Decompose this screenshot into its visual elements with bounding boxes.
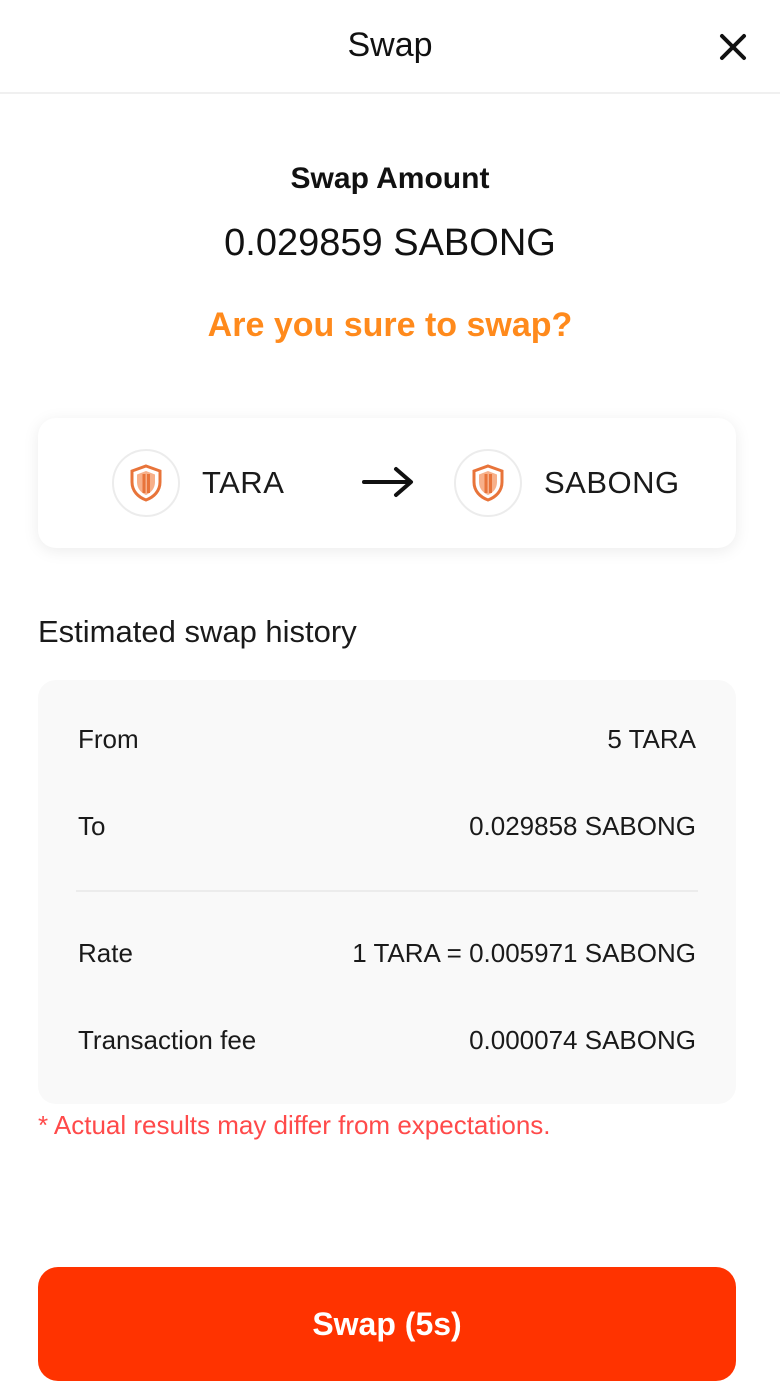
detail-row-from: From 5 TARA (78, 724, 696, 755)
modal-header: Swap (0, 0, 780, 94)
page-title: Swap (347, 26, 433, 64)
swap-button[interactable]: Swap (5s) (38, 1267, 736, 1381)
detail-value: 1 TARA = 0.005971 SABONG (352, 938, 696, 968)
confirm-question: Are you sure to swap? (207, 306, 573, 344)
swap-amount-value: 0.029859 SABONG (224, 222, 556, 264)
close-button[interactable] (714, 28, 752, 66)
detail-label: Rate (78, 938, 133, 968)
token-pair-card: TARA SABONG (38, 418, 736, 548)
shield-token-icon (112, 449, 180, 517)
shield-token-icon (454, 449, 522, 517)
divider (76, 890, 698, 892)
detail-row-rate: Rate 1 TARA = 0.005971 SABONG (78, 938, 696, 969)
from-token: TARA (112, 448, 284, 518)
to-token-name: SABONG (544, 465, 680, 500)
disclaimer-text: * Actual results may differ from expecta… (38, 1110, 551, 1140)
detail-value: 5 TARA (607, 724, 696, 754)
from-token-name: TARA (202, 465, 285, 500)
detail-label: Transaction fee (78, 1025, 257, 1055)
detail-label: To (78, 811, 106, 841)
swap-amount-label: Swap Amount (290, 162, 490, 195)
to-token: SABONG (454, 448, 680, 518)
swap-details-panel: From 5 TARA To 0.029858 SABONG Rate 1 TA… (38, 680, 736, 1104)
detail-label: From (78, 724, 139, 754)
close-icon[interactable] (714, 28, 752, 66)
detail-row-to: To 0.029858 SABONG (78, 811, 696, 842)
arrow-right-icon (362, 467, 413, 497)
history-title: Estimated swap history (38, 614, 357, 649)
detail-row-fee: Transaction fee 0.000074 SABONG (78, 1025, 696, 1056)
detail-value: 0.029858 SABONG (469, 811, 696, 841)
detail-value: 0.000074 SABONG (469, 1025, 696, 1055)
